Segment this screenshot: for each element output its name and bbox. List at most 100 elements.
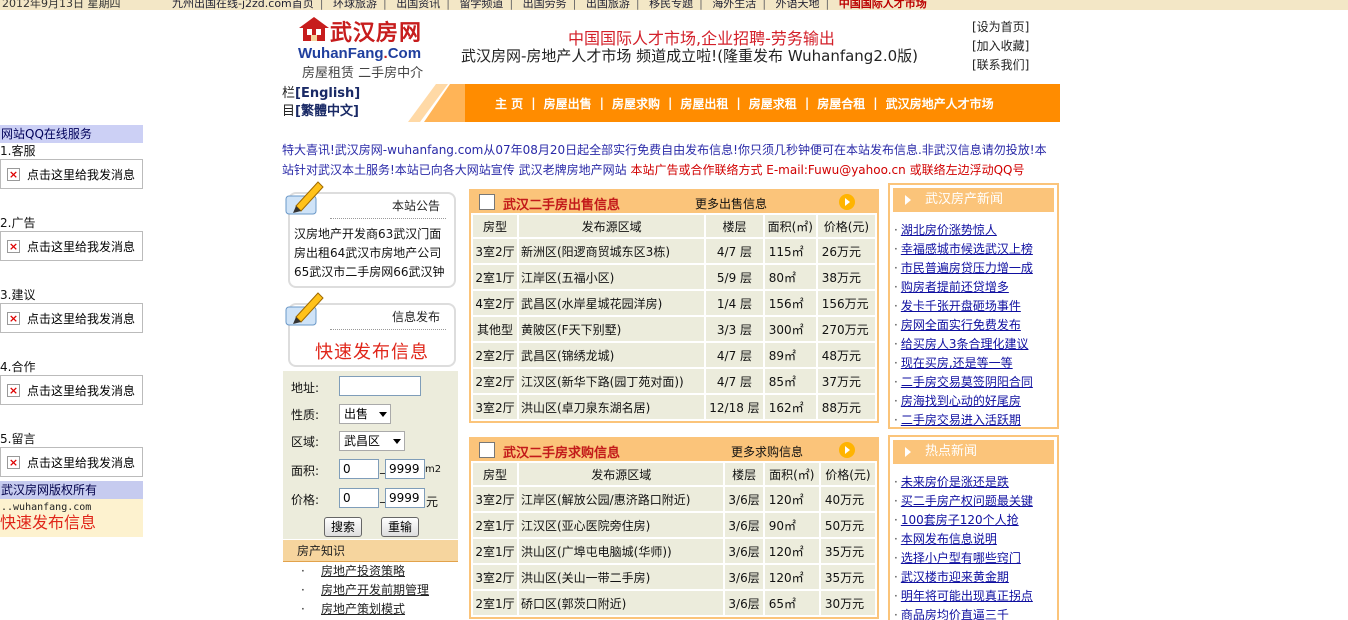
header-tagline-sub[interactable]: 武汉房网-房地产人才市场 频道成立啦!(隆重发布 Wuhanfang2.0版) [461,45,918,66]
more-wanted-link[interactable]: 更多求购信息 [731,443,803,460]
nav-rent-out[interactable]: 房屋出租 [680,95,728,112]
arrow-right-icon[interactable] [839,194,855,210]
news-link[interactable]: 二手房交易进入活跃期 [901,413,1021,427]
news-link[interactable]: 选择小户型有哪些窍门 [901,551,1021,565]
nav-rent-wanted[interactable]: 房屋求租 [749,95,797,112]
news-link[interactable]: 房海找到心动的好尾房 [901,394,1021,408]
news-link[interactable]: 买二手房产权问题最关键 [901,494,1033,508]
news-link[interactable]: 幸福感城市候选武汉上榜 [901,242,1033,256]
cell-area[interactable]: 江汉区(新华下路(园丁苑对面)) [519,369,705,393]
area-label: 面积: [291,464,320,478]
price-min-input[interactable]: 0 [339,488,379,508]
qq-message-button-service[interactable]: × 点击这里给我发消息 [0,159,143,189]
table-row[interactable]: 3室2厅 洪山区(关山一带二手房) 3/6层 120㎡ 35万元 [473,565,875,589]
top-link-tour[interactable]: 出国旅游 [586,0,630,10]
news-bullet: · [894,261,898,275]
nav-talent-market[interactable]: 武汉房地产人才市场 [886,95,994,112]
nav-share-rent[interactable]: 房屋合租 [817,95,865,112]
cell-area[interactable]: 江岸区(解放公园/惠济路口附近) [519,487,724,511]
table-row[interactable]: 3室2厅 新洲区(阳逻商贸城东区3栋) 4/7 层 115㎡ 26万元 [473,239,875,263]
news-item: · 商品房均价直逼三千 [894,606,1057,620]
news-link[interactable]: 给买房人3条合理化建议 [901,337,1029,351]
news-link[interactable]: 本网发布信息说明 [901,532,997,546]
nav-wanted[interactable]: 房屋求购 [612,95,660,112]
qq-message-button-coop[interactable]: × 点击这里给我发消息 [0,375,143,405]
qq-domain[interactable]: ..wuhanfang.com [0,499,143,513]
area-min-input[interactable]: 0 [339,459,379,479]
table-row[interactable]: 2室1厅 洪山区(广埠屯电脑城(华师)) 3/6层 120㎡ 35万元 [473,539,875,563]
contact-us-link[interactable]: [联系我们] [972,56,1029,75]
table-row[interactable]: 2室2厅 武昌区(锦绣龙城) 4/7 层 89㎡ 48万元 [473,343,875,367]
pencil-icon [285,292,324,326]
cell-area[interactable]: 新洲区(阳逻商贸城东区3栋) [519,239,705,263]
nav-home[interactable]: 主 页 [495,95,523,112]
cell-area[interactable]: 洪山区(广埠屯电脑城(华师)) [519,539,724,563]
news-link[interactable]: 武汉楼市迎来黄金期 [901,570,1009,584]
news-link[interactable]: 湖北房价涨势惊人 [901,223,997,237]
table-row[interactable]: 3室2厅 洪山区(卓刀泉东湖名居) 12/18 层 162㎡ 88万元 [473,395,875,419]
cell-area[interactable]: 江汉区(亚心医院旁住房) [519,513,724,537]
top-link-overseas[interactable]: 海外生活 [712,0,756,10]
news-link[interactable]: 二手房交易莫签阴阳合同 [901,375,1033,389]
nav-sale[interactable]: 房屋出售 [544,95,592,112]
table-row[interactable]: 2室1厅 江汉区(亚心医院旁住房) 3/6层 90㎡ 50万元 [473,513,875,537]
price-max-input[interactable]: 9999 [385,488,425,508]
news-link[interactable]: 购房者提前还贷增多 [901,280,1009,294]
nature-select[interactable]: 出售 [339,404,391,424]
news-link[interactable]: 未来房价是涨还是跌 [901,475,1009,489]
cell-area[interactable]: 硚口区(郭茨口附近) [519,591,724,615]
district-select[interactable]: 武昌区 [339,431,405,451]
top-link-talent[interactable]: 中国国际人才市场 [839,0,927,10]
qq-message-button-message[interactable]: × 点击这里给我发消息 [0,447,143,477]
table-row[interactable]: 4室2厅 武昌区(水岸星城花园洋房) 1/4 层 156㎡ 156万元 [473,291,875,315]
reset-button[interactable]: 重输 [381,517,419,537]
area-max-input[interactable]: 9999 [385,459,425,479]
top-link-travel[interactable]: 环球旅游 [333,0,377,10]
news-link[interactable]: 明年将可能出现真正拐点 [901,589,1033,603]
quick-publish-link[interactable]: 快速发布信息 [290,330,454,364]
arrow-right-icon[interactable] [839,442,855,458]
news-link[interactable]: 市民普遍房贷压力增一成 [901,261,1033,275]
district-label: 区域: [291,435,320,449]
cell-area[interactable]: 江岸区(五福小区) [519,265,705,289]
news-link[interactable]: 房网全面实行免费发布 [901,318,1021,332]
qq-message-button-ads[interactable]: × 点击这里给我发消息 [0,231,143,261]
cell-area[interactable]: 洪山区(关山一带二手房) [519,565,724,589]
news-link[interactable]: 发卡千张开盘砸场事件 [901,299,1021,313]
cell-area[interactable]: 黄陂区(F天下别墅) [519,317,705,341]
top-link-immigration[interactable]: 移民专题 [649,0,693,10]
table-row[interactable]: 2室1厅 江岸区(五福小区) 5/9 层 80㎡ 38万元 [473,265,875,289]
table-row[interactable]: 3室2厅 江岸区(解放公园/惠济路口附近) 3/6层 120㎡ 40万元 [473,487,875,511]
search-button[interactable]: 搜索 [324,517,362,537]
more-sale-link[interactable]: 更多出售信息 [695,195,767,212]
qq-quick-publish[interactable]: 快速发布信息 [0,513,143,533]
announcement-body[interactable]: 汉房地产开发商63武汉门面房出租64武汉市房地产公司65武汉市二手房网66武汉钟… [290,219,454,277]
table-row[interactable]: 2室1厅 硚口区(郭茨口附近) 3/6层 65㎡ 30万元 [473,591,875,615]
site-logo[interactable]: 武汉房网 WuhanFang.Com 房屋租赁 二手房中介 [294,13,449,81]
top-link-language[interactable]: 外语天地 [776,0,820,10]
knowledge-link[interactable]: 房地产策划模式 [321,602,405,616]
news-link[interactable]: 商品房均价直逼三千 [901,608,1009,620]
cell-area[interactable]: 洪山区(卓刀泉东湖名居) [519,395,705,419]
news-bullet: · [894,280,898,294]
add-favorite-link[interactable]: [加入收藏] [972,37,1029,56]
qq-message-button-suggest[interactable]: × 点击这里给我发消息 [0,303,143,333]
top-link-news[interactable]: 出国资讯 [396,0,440,10]
cell-area[interactable]: 武昌区(锦绣龙城) [519,343,705,367]
top-link-labor[interactable]: 出国劳务 [523,0,567,10]
knowledge-link[interactable]: 房地产开发前期管理 [321,583,429,597]
set-homepage-link[interactable]: [设为首页] [972,18,1029,37]
news-item: · 武汉楼市迎来黄金期 [894,568,1057,587]
top-link-home[interactable]: 九州出国在线-j2zd.com首页 [172,0,314,10]
news-link[interactable]: 现在买房,还是等一等 [901,356,1013,370]
top-link-study[interactable]: 留学频道 [459,0,503,10]
traditional-chinese-link[interactable]: [繁體中文] [295,104,359,119]
address-input[interactable] [339,376,421,396]
cell-price: 40万元 [820,487,875,511]
table-row[interactable]: 其他型 黄陂区(F天下别墅) 3/3 层 300㎡ 270万元 [473,317,875,341]
english-link[interactable]: [English] [295,86,360,101]
news-link[interactable]: 100套房子120个人抢 [901,513,1019,527]
table-row[interactable]: 2室2厅 江汉区(新华下路(园丁苑对面)) 4/7 层 85㎡ 37万元 [473,369,875,393]
knowledge-link[interactable]: 房地产投资策略 [321,564,405,578]
cell-area[interactable]: 武昌区(水岸星城花园洋房) [519,291,705,315]
